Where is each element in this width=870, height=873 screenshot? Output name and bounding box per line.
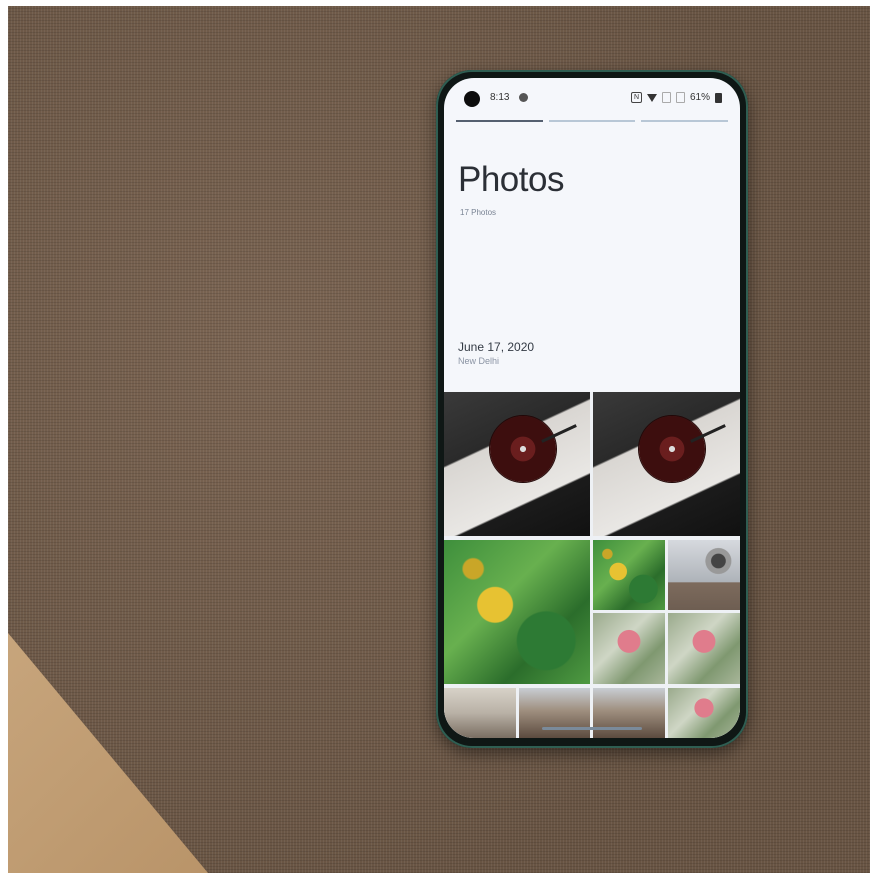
story-tab-3[interactable] xyxy=(641,120,729,122)
front-camera xyxy=(464,91,480,107)
photo-thumbnail-pink-flower-2[interactable] xyxy=(668,613,740,684)
story-tab-1[interactable] xyxy=(456,120,543,122)
photo-thumbnail-flowers-small[interactable] xyxy=(593,540,665,610)
photo-thumbnail-flowers-large[interactable] xyxy=(444,540,590,684)
phone-screen: 8:13 N 61% Photos 17 Photos June 17, 202… xyxy=(444,78,740,738)
photo-thumbnail-building[interactable] xyxy=(519,688,590,738)
story-tab-2[interactable] xyxy=(548,120,636,122)
photo-thumbnail-pink-flower-1[interactable] xyxy=(593,613,665,684)
battery-icon xyxy=(715,92,722,103)
home-indicator[interactable] xyxy=(542,727,642,730)
sim-icon-2 xyxy=(675,92,685,103)
sim-icon xyxy=(661,92,671,103)
photo-thumbnail-portrait[interactable] xyxy=(444,688,516,738)
smartphone: 8:13 N 61% Photos 17 Photos June 17, 202… xyxy=(436,70,748,748)
status-time: 8:13 xyxy=(490,92,510,103)
wifi-icon xyxy=(646,93,657,102)
photo-count: 17 Photos xyxy=(460,208,497,217)
photo-thumbnail-garden[interactable] xyxy=(668,688,740,738)
record-disc-2 xyxy=(639,416,705,482)
album-date: June 17, 2020 xyxy=(458,340,535,354)
photo-grid xyxy=(444,392,740,738)
photo-thumbnail-turntable-2[interactable] xyxy=(593,392,740,536)
photo-thumbnail-turntable-1[interactable] xyxy=(444,392,590,536)
notification-icon xyxy=(519,93,528,102)
floor-corner xyxy=(8,633,208,873)
status-bar: 8:13 N 61% xyxy=(444,78,740,112)
status-icons: N 61% xyxy=(630,92,722,103)
battery-percent: 61% xyxy=(689,92,710,103)
record-disc xyxy=(490,416,556,482)
nfc-icon: N xyxy=(630,92,642,103)
photo-background: 8:13 N 61% Photos 17 Photos June 17, 202… xyxy=(8,6,870,873)
album-title: Photos xyxy=(458,160,564,199)
photo-thumbnail-roof[interactable] xyxy=(593,688,665,738)
photo-thumbnail-ring[interactable] xyxy=(668,540,740,610)
album-location: New Delhi xyxy=(458,356,500,366)
story-progress-tabs xyxy=(456,120,729,122)
